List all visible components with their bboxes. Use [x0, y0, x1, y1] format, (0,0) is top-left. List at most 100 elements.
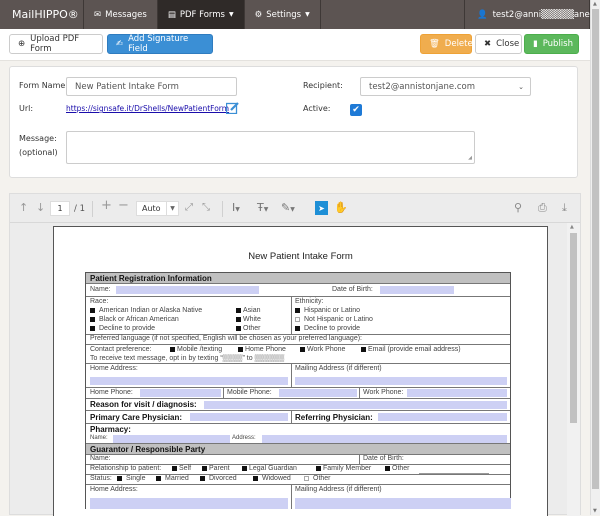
print-icon[interactable]: ⎙ [538, 202, 547, 214]
scroll-down-icon[interactable]: ▼ [593, 508, 597, 514]
pdf-viewer: ↑ ↓ 1 / 1 + − Auto ▼ ⤢ ⤡ I▼ Ŧ▼ ✎▼ ➤ ✋ ⚲ … [9, 193, 581, 516]
caret-down-icon: ▼ [228, 11, 234, 18]
resize-handle-icon[interactable]: ◢ [468, 155, 472, 161]
dob-field[interactable] [380, 286, 454, 294]
user-menu[interactable]: 👤 test2@anni▒▒▒▒▒ane.com ▼ [464, 0, 600, 29]
status-option[interactable]: Other [304, 475, 331, 482]
home-phone-field[interactable] [140, 389, 221, 397]
ethnicity-option-label: Decline to provide [304, 325, 361, 332]
pdf-file-icon: ▤ [167, 9, 176, 20]
zoom-in-icon[interactable]: + [101, 199, 112, 212]
race-option[interactable]: Asian [236, 307, 261, 314]
status-option-label: Widowed [262, 475, 291, 482]
pharmacy-name-field[interactable] [113, 435, 230, 443]
scroll-up-icon[interactable]: ▲ [570, 224, 574, 230]
delete-button[interactable]: 🗑 Delete [420, 34, 473, 54]
race-option-label: Other [243, 325, 261, 332]
search-icon[interactable]: ⚲ [514, 202, 522, 214]
zoom-value: Auto [142, 204, 161, 213]
contact-option[interactable]: Mobile /texting [170, 346, 222, 353]
guarantor-mailing-address-field[interactable] [295, 498, 511, 509]
pdf-scrollbar[interactable]: ▲ [567, 223, 580, 516]
form-url-link[interactable]: https://signsafe.it/DrShells/NewPatientF… [66, 104, 229, 113]
pen-tool-icon[interactable]: ✎▼ [281, 202, 295, 216]
prev-page-icon[interactable]: ↑ [19, 202, 28, 214]
toolbar-divider [222, 201, 223, 217]
pcp-field[interactable] [190, 413, 288, 421]
contact-option[interactable]: Work Phone [300, 346, 345, 353]
contact-option[interactable]: Email (provide email address) [361, 346, 461, 353]
work-phone-field[interactable] [407, 389, 507, 397]
mobile-phone-field[interactable] [279, 389, 357, 397]
race-option[interactable]: Decline to provide [90, 325, 155, 332]
ethnicity-option[interactable]: Decline to provide [295, 325, 360, 332]
home-address-field[interactable] [90, 377, 288, 385]
race-option[interactable]: Other [236, 325, 261, 332]
pharmacy-label: Pharmacy: [90, 425, 131, 434]
fit-page-icon[interactable]: ⤢ [185, 202, 193, 214]
close-button[interactable]: ✖ Close [475, 34, 522, 54]
page-scrollbar-thumb[interactable] [592, 9, 599, 489]
divider [291, 297, 292, 334]
mailing-address-field[interactable] [295, 377, 507, 385]
form-name-label: Form Name: [19, 81, 68, 90]
page-scrollbar[interactable]: ▲ ▼ [590, 0, 600, 515]
relationship-option[interactable]: Parent [202, 465, 230, 472]
contact-option-label: Email (provide email address) [368, 346, 461, 353]
name-field[interactable] [116, 286, 259, 294]
page-number-input[interactable]: 1 [50, 201, 70, 216]
race-option[interactable]: Black or African American [90, 316, 179, 323]
contact-option[interactable]: Home Phone [238, 346, 286, 353]
name-label: Name: [90, 286, 111, 293]
status-option[interactable]: Single [117, 475, 145, 482]
publish-label: Publish [542, 39, 573, 49]
scroll-up-icon[interactable]: ▲ [593, 1, 597, 7]
message-textarea[interactable]: ◢ [66, 131, 475, 164]
pdf-scrollbar-thumb[interactable] [570, 233, 577, 423]
hand-tool-icon[interactable]: ✋ [334, 202, 348, 214]
publish-button[interactable]: ▮ Publish [524, 34, 579, 54]
pharmacy-address-label: Address: [232, 435, 256, 441]
close-icon: ✖ [484, 39, 492, 49]
recipient-select[interactable]: test2@annistonjane.com ⌄ [360, 77, 531, 96]
race-option-label: White [243, 316, 261, 323]
race-option[interactable]: White [236, 316, 261, 323]
race-option[interactable]: American Indian or Alaska Native [90, 307, 202, 314]
fit-width-icon[interactable]: ⤡ [202, 202, 210, 214]
guarantor-home-address-field[interactable] [90, 498, 288, 509]
url-label: Url: [19, 104, 34, 113]
add-signature-button[interactable]: ✍ Add Signature Field [107, 34, 213, 54]
pharmacy-address-field[interactable] [262, 435, 507, 443]
envelope-icon: ✉ [94, 9, 102, 20]
work-phone-label: Work Phone: [363, 389, 404, 396]
relationship-option[interactable]: Family Member [316, 465, 371, 472]
ethnicity-option[interactable]: Not Hispanic or Latino [295, 316, 373, 323]
relationship-option[interactable]: Legal Guardian [242, 465, 297, 472]
guarantor-name-label: Name: [90, 455, 111, 462]
next-page-icon[interactable]: ↓ [36, 202, 45, 214]
status-option[interactable]: Divorced [200, 475, 237, 482]
upload-pdf-button[interactable]: ⊕ Upload PDF Form [9, 34, 103, 54]
select-tool-button[interactable]: ➤ [315, 201, 328, 215]
text-tool-icon[interactable]: I▼ [232, 202, 240, 216]
zoom-select[interactable]: Auto ▼ [136, 201, 179, 216]
nav-settings[interactable]: ⚙ Settings ▼ [245, 0, 321, 29]
ethnicity-option[interactable]: Hispanic or Latino [295, 307, 360, 314]
reason-field[interactable] [204, 401, 507, 409]
guarantor-address-row: Home Address: Mailing Address (if differ… [86, 485, 511, 509]
brand-logo[interactable]: MailHIPPO® [0, 0, 84, 29]
relationship-option[interactable]: Self [172, 465, 191, 472]
form-name-input[interactable]: New Patient Intake Form [66, 77, 237, 96]
status-option[interactable]: Married [156, 475, 189, 482]
download-icon[interactable]: ⤓ [562, 202, 567, 214]
nav-pdf-forms[interactable]: ▤ PDF Forms ▼ [157, 0, 245, 29]
relationship-option[interactable]: Other [385, 465, 410, 472]
referring-field[interactable] [378, 413, 507, 421]
strikethrough-tool-icon[interactable]: Ŧ▼ [257, 202, 268, 216]
user-email: test2@anni▒▒▒▒▒ane.com [492, 9, 600, 20]
zoom-out-icon[interactable]: − [118, 199, 129, 212]
edit-url-icon[interactable] [226, 102, 239, 114]
status-option[interactable]: Widowed [253, 475, 291, 482]
nav-messages[interactable]: ✉ Messages [84, 0, 158, 29]
active-checkbox[interactable]: ✔ [350, 104, 362, 116]
